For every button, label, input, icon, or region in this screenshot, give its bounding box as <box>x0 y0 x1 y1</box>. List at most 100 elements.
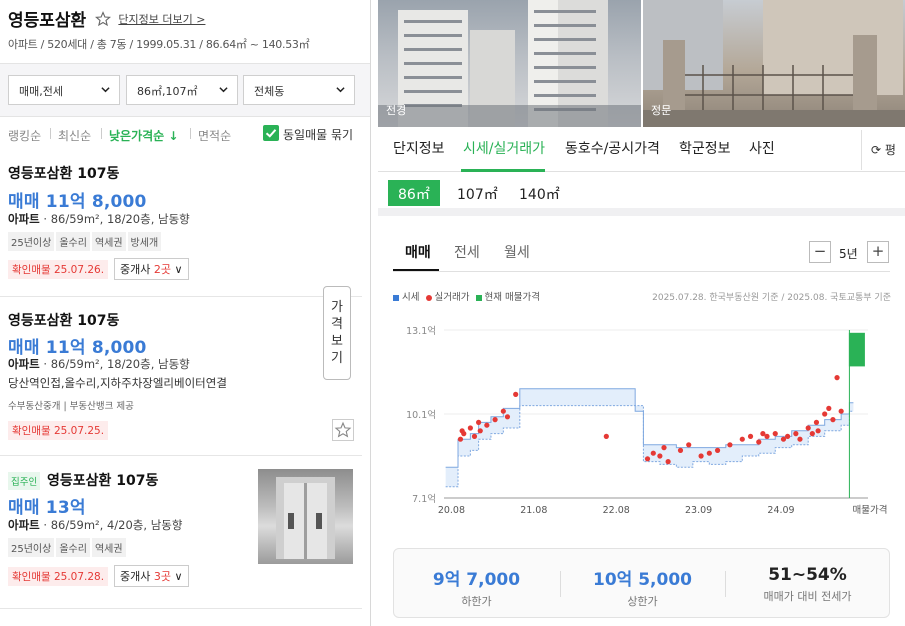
data-point <box>513 391 519 397</box>
listing-spec: 아파트 · 86/59m², 18/20층, 남동향 <box>8 212 190 226</box>
subtab-jeonse[interactable]: 전세 <box>454 242 480 262</box>
period-minus-button[interactable]: − <box>809 241 831 263</box>
data-point <box>477 428 483 434</box>
star-icon <box>334 421 352 438</box>
gate-photo <box>643 0 905 127</box>
listing-panel: 영등포삼환 단지정보 더보기 > 아파트 / 520세대 / 총 7동 / 19… <box>0 0 371 626</box>
tab-complex-info[interactable]: 단지정보 <box>393 138 445 158</box>
subtab-monthly[interactable]: 월세 <box>504 242 530 262</box>
data-point <box>706 450 712 456</box>
x-tick-label: 20.08 <box>438 505 465 516</box>
divider <box>50 128 51 139</box>
listing-item[interactable]: 집주인 영등포삼환 107동 매매 13억 아파트 · 86/59m², 4/2… <box>0 456 362 609</box>
listing-name: 영등포삼환 107동 <box>8 166 120 182</box>
same-listing-label[interactable]: 동일매물 묶기 <box>283 126 353 143</box>
detail-panel: 전경 정문 단지정보 시세/실거래가 동호수/공시가격 학군정보 사진 ⟳ 평 … <box>378 0 905 626</box>
photo-gate[interactable]: 정문 <box>643 0 905 127</box>
data-point <box>504 414 511 420</box>
size-chip-107[interactable]: 107㎡ <box>457 180 498 206</box>
listing-type: 아파트 <box>8 518 40 532</box>
x-tick-label: 23.09 <box>685 505 712 516</box>
same-listing-checkbox[interactable] <box>263 125 279 141</box>
data-point <box>739 436 745 442</box>
sort-ranking[interactable]: 랭킹순 <box>8 127 41 144</box>
tag: 방세개 <box>127 232 162 251</box>
agent-dropdown[interactable]: 중개사 3곳 ∨ <box>114 565 189 587</box>
confirmed-listing-badge: 확인매물 25.07.28. <box>8 567 109 586</box>
summary-ratio: 51~54% 매매가 대비 전세가 <box>725 565 890 604</box>
listing-spec: 아파트 · 86/59m², 18/20층, 남동향 <box>8 357 190 371</box>
data-point <box>686 442 692 448</box>
chevron-down-icon <box>101 87 110 93</box>
period-plus-button[interactable]: + <box>867 241 889 263</box>
photo-exterior[interactable]: 전경 <box>378 0 641 127</box>
dong-select[interactable]: 전체동 <box>243 75 355 105</box>
sort-lowest-price[interactable]: 낮은가격순 ↓ <box>109 127 178 144</box>
listing-name: 영등포삼환 107동 <box>8 313 120 329</box>
data-point <box>793 431 799 437</box>
dong-value: 전체동 <box>254 85 285 98</box>
data-point <box>644 456 651 462</box>
listing-type: 아파트 <box>8 212 40 226</box>
chevron-down-icon <box>336 87 345 93</box>
listing-type: 아파트 <box>8 357 40 371</box>
data-point <box>747 433 754 439</box>
price-view-button[interactable]: 가격보기 <box>323 286 351 380</box>
data-point <box>764 433 770 439</box>
tab-photos[interactable]: 사진 <box>749 138 775 158</box>
tab-school[interactable]: 학군정보 <box>679 138 731 158</box>
trade-type-select[interactable]: 매매,전세 <box>8 75 120 105</box>
sort-area[interactable]: 면적순 <box>198 127 231 144</box>
listing-tags: 25년이상 올수리 역세권 방세개 <box>8 232 163 251</box>
x-tick-label: 22.08 <box>603 505 630 516</box>
listing-price: 매매 11억 8,000 <box>8 192 147 212</box>
legend-label: 시세 <box>402 292 420 303</box>
listing-spec-detail: 86/59m², 18/20층, 남동향 <box>50 357 190 371</box>
sort-bar: 랭킹순 최신순 낮은가격순 ↓ 면적순 동일매물 묶기 <box>0 118 370 150</box>
refresh-button[interactable]: ⟳ 평 <box>861 130 905 170</box>
tab-price[interactable]: 시세/실거래가 <box>463 138 545 158</box>
period-label: 5년 <box>839 247 858 261</box>
data-point <box>677 447 684 453</box>
complex-header: 영등포삼환 단지정보 더보기 > 아파트 / 520세대 / 총 7동 / 19… <box>8 6 368 52</box>
data-point <box>756 439 762 445</box>
tag: 25년이상 <box>8 538 55 557</box>
subtab-sale[interactable]: 매매 <box>405 242 431 262</box>
listing-item[interactable]: 영등포삼환 107동 매매 11억 8,000 아파트 · 86/59m², 1… <box>0 297 362 456</box>
legend-item: 시세 <box>393 292 419 303</box>
area-select[interactable]: 86㎡,107㎡ <box>126 75 238 105</box>
data-point <box>822 411 828 417</box>
favorite-star-icon[interactable] <box>95 10 112 27</box>
legend-label: 실거래가 <box>434 292 470 303</box>
legend-label: 현재 매물가격 <box>484 292 541 303</box>
data-point <box>838 408 844 414</box>
listing-spec-detail: 86/59m², 4/20층, 남동향 <box>50 518 183 532</box>
tag: 역세권 <box>91 232 126 251</box>
tab-unit-price[interactable]: 동호수/공시가격 <box>565 138 660 158</box>
agent-suffix: ∨ <box>170 263 183 276</box>
agent-count: 3곳 <box>153 570 171 583</box>
tag: 역세권 <box>91 538 126 557</box>
sort-latest[interactable]: 최신순 <box>58 127 91 144</box>
listing-spec: 아파트 · 86/59m², 4/20층, 남동향 <box>8 518 183 532</box>
area-value: 86㎡,107㎡ <box>137 85 198 98</box>
tag: 25년이상 <box>8 232 55 251</box>
trade-subtabs: 매매 전세 월세 − 5년 + <box>393 238 890 272</box>
listing-thumbnail[interactable] <box>258 469 353 564</box>
agent-dropdown[interactable]: 중개사 2곳 ∨ <box>114 258 189 280</box>
y-tick-label: 7.1억 <box>412 493 436 505</box>
summary-label: 매매가 대비 전세가 <box>763 590 852 603</box>
size-chip-140[interactable]: 140㎡ <box>519 180 560 206</box>
legend-square-icon <box>475 294 482 301</box>
size-chip-86[interactable]: 86㎡ <box>388 180 440 206</box>
data-point <box>815 428 821 434</box>
price-chart: 13.1억 10.1억 7.1억20.08 21.08 22.08 23.09 24.09 매… <box>406 325 887 516</box>
data-point <box>471 433 478 439</box>
complex-info-more-link[interactable]: 단지정보 더보기 > <box>118 11 205 27</box>
bookmark-button[interactable] <box>332 419 354 441</box>
data-point <box>650 450 656 456</box>
active-subtab-indicator <box>393 269 439 271</box>
listing-tags: 25년이상 올수리 역세권 <box>8 538 128 557</box>
data-point <box>698 453 704 459</box>
listing-item[interactable]: 영등포삼환 107동 매매 11억 8,000 아파트 · 86/59m², 1… <box>0 151 362 297</box>
